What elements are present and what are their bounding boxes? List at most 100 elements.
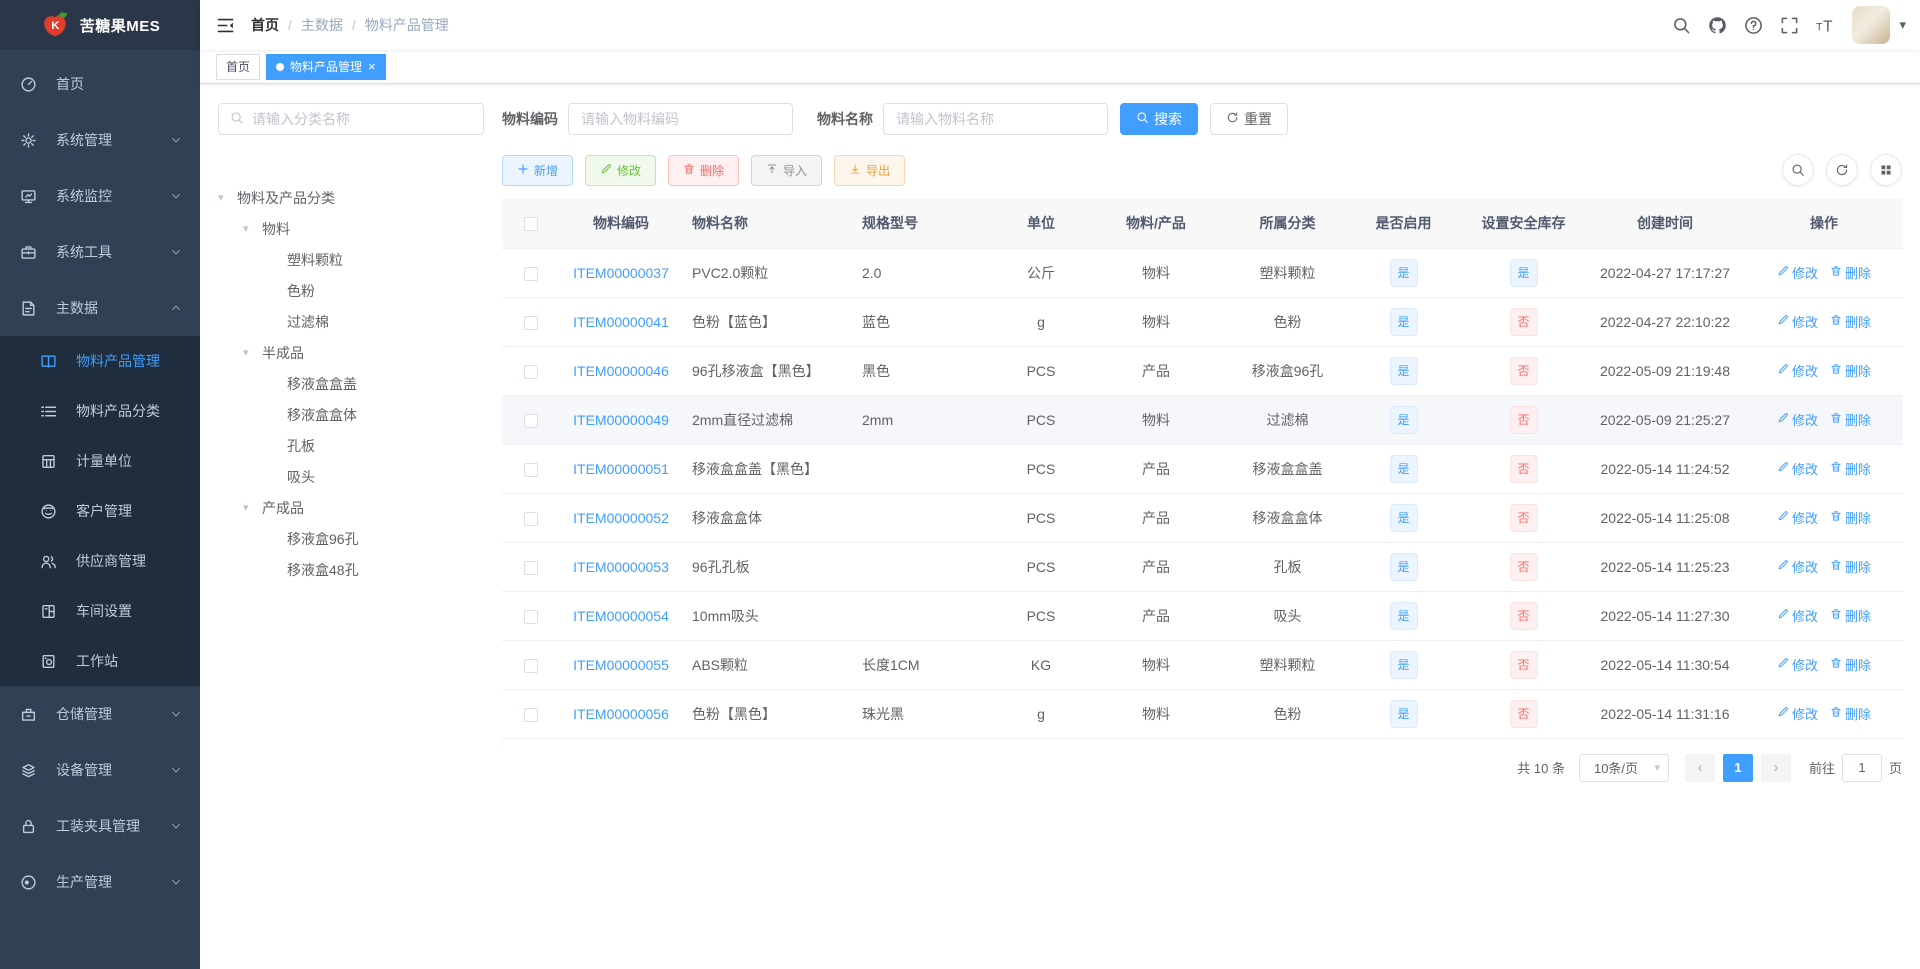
tree-node[interactable]: ▾移液盒盒盖 [218, 368, 484, 399]
reset-button[interactable]: 重置 [1210, 103, 1288, 135]
page-size-select[interactable]: 10条/页 ▾ [1578, 753, 1669, 782]
sidebar-item[interactable]: 物料产品分类 [0, 386, 200, 436]
sidebar-item[interactable]: 计量单位 [0, 436, 200, 486]
tree-node[interactable]: ▾移液盒48孔 [218, 554, 484, 585]
name-field[interactable] [883, 103, 1108, 135]
sidebar-item[interactable]: 供应商管理 [0, 536, 200, 586]
goto-page-input[interactable] [1841, 753, 1882, 782]
help-icon[interactable] [1744, 16, 1763, 35]
next-page-button[interactable]: › [1760, 753, 1791, 782]
item-code-link[interactable]: ITEM00000041 [573, 314, 669, 330]
item-code-link[interactable]: ITEM00000046 [573, 363, 669, 379]
row-checkbox[interactable] [524, 413, 538, 428]
delete-button[interactable]: 删除 [668, 154, 740, 186]
tree-expand-icon[interactable]: ▾ [243, 222, 262, 235]
avatar[interactable] [1852, 6, 1891, 44]
font-size-icon[interactable]: TT [1816, 16, 1835, 35]
item-code-link[interactable]: ITEM00000055 [573, 657, 669, 673]
item-code-link[interactable]: ITEM00000049 [573, 412, 669, 428]
tree-node[interactable]: ▾移液盒盒体 [218, 399, 484, 430]
tree-expand-icon[interactable]: ▾ [243, 346, 262, 359]
tree-node[interactable]: ▾ 半成品 [218, 337, 484, 368]
row-checkbox[interactable] [524, 658, 538, 673]
sidebar-item[interactable]: 首页 [0, 56, 200, 112]
sidebar-item[interactable]: 工装夹具管理 [0, 798, 200, 854]
item-code-link[interactable]: ITEM00000054 [573, 608, 669, 624]
row-delete-link[interactable]: 删除 [1830, 557, 1871, 576]
row-edit-link[interactable]: 修改 [1777, 459, 1818, 478]
row-edit-link[interactable]: 修改 [1777, 704, 1818, 723]
tree-node[interactable]: ▾ 物料及产品分类 [218, 182, 484, 213]
tree-node[interactable]: ▾塑料颗粒 [218, 244, 484, 275]
item-code-link[interactable]: ITEM00000051 [573, 461, 669, 477]
sidebar-item[interactable]: 系统管理 [0, 112, 200, 168]
row-edit-link[interactable]: 修改 [1777, 263, 1818, 282]
row-checkbox[interactable] [524, 609, 538, 624]
sidebar-item[interactable]: 客户管理 [0, 486, 200, 536]
sidebar-item[interactable]: 系统工具 [0, 224, 200, 280]
row-delete-link[interactable]: 删除 [1830, 410, 1871, 429]
column-settings-button[interactable] [1870, 154, 1902, 186]
row-delete-link[interactable]: 删除 [1830, 704, 1871, 723]
row-delete-link[interactable]: 删除 [1830, 263, 1871, 282]
row-edit-link[interactable]: 修改 [1777, 557, 1818, 576]
tree-expand-icon[interactable]: ▾ [218, 191, 237, 204]
row-edit-link[interactable]: 修改 [1777, 312, 1818, 331]
tree-search-input[interactable] [252, 111, 472, 127]
row-delete-link[interactable]: 删除 [1830, 459, 1871, 478]
item-code-link[interactable]: ITEM00000056 [573, 706, 669, 722]
app-logo[interactable]: K 苦糖果MES [0, 0, 200, 50]
sidebar-item[interactable]: 设备管理 [0, 742, 200, 798]
github-icon[interactable] [1708, 16, 1727, 35]
sidebar-item[interactable]: 工作站 [0, 636, 200, 686]
sidebar-item[interactable]: 车间设置 [0, 586, 200, 636]
row-edit-link[interactable]: 修改 [1777, 361, 1818, 380]
avatar-caret-down-icon[interactable]: ▾ [1899, 17, 1906, 33]
item-code-link[interactable]: ITEM00000052 [573, 510, 669, 526]
item-code-link[interactable]: ITEM00000037 [573, 265, 669, 281]
tree-node[interactable]: ▾ 产成品 [218, 492, 484, 523]
row-edit-link[interactable]: 修改 [1777, 508, 1818, 527]
item-code-link[interactable]: ITEM00000053 [573, 559, 669, 575]
page-number-button[interactable]: 1 [1722, 753, 1753, 782]
tree-node[interactable]: ▾吸头 [218, 461, 484, 492]
row-checkbox[interactable] [524, 462, 538, 477]
row-edit-link[interactable]: 修改 [1777, 410, 1818, 429]
tree-node[interactable]: ▾过滤棉 [218, 306, 484, 337]
tree-node[interactable]: ▾孔板 [218, 430, 484, 461]
sidebar-item[interactable]: 生产管理 [0, 854, 200, 910]
row-edit-link[interactable]: 修改 [1777, 655, 1818, 674]
row-checkbox[interactable] [524, 511, 538, 526]
row-edit-link[interactable]: 修改 [1777, 606, 1818, 625]
row-checkbox[interactable] [524, 266, 538, 281]
row-checkbox[interactable] [524, 707, 538, 722]
sidebar-item[interactable]: 仓储管理 [0, 686, 200, 742]
row-delete-link[interactable]: 删除 [1830, 655, 1871, 674]
sidebar-item[interactable]: 系统监控 [0, 168, 200, 224]
code-field[interactable] [568, 103, 793, 135]
row-checkbox[interactable] [524, 364, 538, 379]
toggle-search-button[interactable] [1782, 154, 1814, 186]
add-button[interactable]: 新增 [502, 154, 574, 186]
sidebar-item[interactable]: 物料产品管理 [0, 336, 200, 386]
tree-node[interactable]: ▾ 物料 [218, 213, 484, 244]
tag-close-icon[interactable]: × [368, 60, 376, 73]
row-delete-link[interactable]: 删除 [1830, 312, 1871, 331]
row-checkbox[interactable] [524, 560, 538, 575]
search-icon[interactable] [1672, 16, 1691, 35]
export-button[interactable]: 导出 [834, 154, 906, 186]
tag-item[interactable]: 首页 [216, 53, 261, 80]
row-delete-link[interactable]: 删除 [1830, 361, 1871, 380]
search-button[interactable]: 搜索 [1120, 103, 1198, 135]
tag-active[interactable]: 物料产品管理 × [266, 53, 386, 80]
breadcrumb-item[interactable]: 首页 [251, 15, 279, 35]
fullscreen-icon[interactable] [1780, 16, 1799, 35]
prev-page-button[interactable]: ‹ [1684, 753, 1715, 782]
sidebar-item[interactable]: 主数据 [0, 280, 200, 336]
refresh-table-button[interactable] [1826, 154, 1858, 186]
tree-expand-icon[interactable]: ▾ [243, 501, 262, 514]
row-delete-link[interactable]: 删除 [1830, 606, 1871, 625]
tree-node[interactable]: ▾色粉 [218, 275, 484, 306]
sidebar-fold-icon[interactable] [216, 16, 235, 35]
import-button[interactable]: 导入 [751, 154, 823, 186]
